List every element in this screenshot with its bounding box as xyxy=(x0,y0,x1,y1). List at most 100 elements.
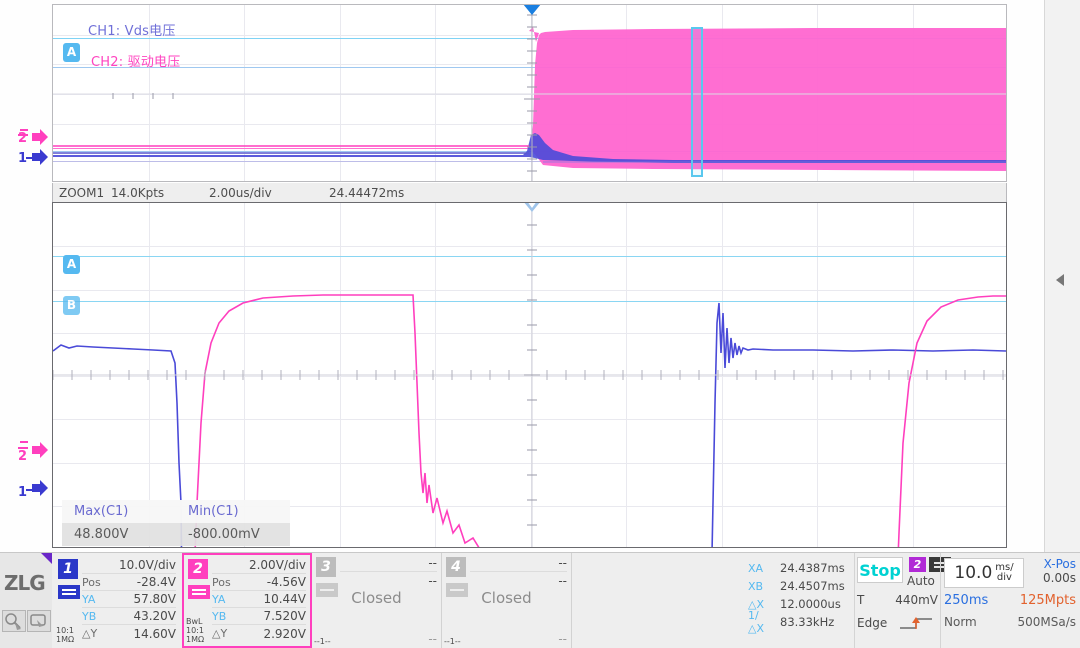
freq-label: 1/△X xyxy=(748,609,764,635)
timebase-value-box[interactable]: 10.0 ms/ div xyxy=(944,558,1024,588)
zoom-cursor-b-marker[interactable]: B xyxy=(63,296,80,315)
channel-4-closed-label: Closed xyxy=(481,589,532,607)
channel-4-number[interactable]: 4 xyxy=(446,557,466,577)
xb-value: 24.4507ms xyxy=(780,579,845,593)
channel-1-coupling-icon[interactable] xyxy=(58,585,80,599)
overview-center-ticks xyxy=(53,5,1006,181)
svg-text:2: 2 xyxy=(18,131,27,146)
measurement-panel[interactable]: Max(C1) Min(C1) 48.800V -800.00mV xyxy=(62,500,290,546)
zoom-trigger-marker[interactable] xyxy=(523,203,541,212)
overview-waveform-area[interactable]: CH1: Vds电压 CH2: 驱动电压 A xyxy=(52,4,1007,182)
channel-1-ya-label: YA xyxy=(82,592,96,606)
svg-text:2: 2 xyxy=(18,449,27,464)
overview-trigger-marker[interactable] xyxy=(523,5,541,15)
channel-2-coupling-icon[interactable] xyxy=(188,585,210,599)
channel-1-yb-label: YB xyxy=(82,609,97,623)
channel-2-bandwidth-limit: BwL xyxy=(186,617,203,626)
trigger-panel[interactable]: Stop 2 Auto T 440mV Edge xyxy=(854,553,951,648)
trigger-mode-label: Auto xyxy=(907,574,935,588)
channel-1-probe-ratio: 10:1 xyxy=(56,626,74,635)
trigger-source-badge[interactable]: 2 xyxy=(909,557,926,572)
overview-cursor-a-marker[interactable]: A xyxy=(63,43,80,62)
channel-2-yb-value: 7.520V xyxy=(263,609,306,623)
zoom-channel-pos-markers[interactable]: 2 1 xyxy=(18,438,54,508)
channel-1-scale: 10.0V/div xyxy=(118,558,176,572)
svg-text:1: 1 xyxy=(18,485,27,500)
channel-3-number[interactable]: 3 xyxy=(316,557,336,577)
channel-2-scale: 2.00V/div xyxy=(248,558,306,572)
channel-1-number[interactable]: 1 xyxy=(58,559,78,579)
acquisition-mode-label: Norm xyxy=(944,615,977,629)
xa-value: 24.4387ms xyxy=(780,561,845,575)
screenshot-tool-button[interactable] xyxy=(27,610,51,632)
trigger-level-value: 440mV xyxy=(895,593,938,607)
right-side-panel[interactable] xyxy=(1044,0,1080,552)
run-stop-button[interactable]: Stop xyxy=(857,557,903,583)
xb-label: XB xyxy=(748,579,764,593)
xpos-value: 0.00s xyxy=(1043,571,1076,585)
measurement-header-max: Max(C1) xyxy=(74,504,129,519)
measurement-value-max: 48.800V xyxy=(74,527,129,542)
zoom-waveform-area[interactable]: A B xyxy=(52,202,1007,548)
xpos-label: X-Pos xyxy=(1043,557,1076,571)
brand-logo: ZLG xyxy=(4,571,46,595)
channel-3-dy-value: -- xyxy=(428,632,437,646)
freq-value: 83.33kHz xyxy=(780,615,835,629)
channel-4-dy-value: -- xyxy=(558,632,567,646)
channel-3-closed-label: Closed xyxy=(351,589,402,607)
zoom-region-highlight[interactable] xyxy=(691,27,703,177)
bottom-bar-spacer xyxy=(572,553,742,648)
measurement-header-min: Min(C1) xyxy=(188,504,239,519)
channel-2-yb-label: YB xyxy=(212,609,227,623)
timebase-panel[interactable]: 10.0 ms/ div X-Pos 0.00s 250ms 125Mpts N… xyxy=(940,553,1080,648)
ch1-legend-label: CH1: Vds电压 xyxy=(88,24,176,39)
channel-1-ya-value: 57.80V xyxy=(133,592,176,606)
channel-2-ya-value: 10.44V xyxy=(263,592,306,606)
channel-2-impedance: 1MΩ xyxy=(186,635,205,644)
trigger-type-label: Edge xyxy=(857,616,888,630)
channel-4-panel[interactable]: 4 -- -- Closed --1-- -- xyxy=(442,553,572,648)
channel-2-probe-ratio: 10:1 xyxy=(186,626,204,635)
channel-1-dy-value: 14.60V xyxy=(133,626,176,641)
channel-3-pos-value: -- xyxy=(428,573,437,588)
channel-2-number[interactable]: 2 xyxy=(188,559,208,579)
zoom-cursor-a-marker[interactable]: A xyxy=(63,255,80,274)
dx-value: 12.0000us xyxy=(780,597,841,611)
svg-text:1: 1 xyxy=(18,151,27,166)
overview-channel-pos-markers[interactable]: 2 1 xyxy=(18,128,54,176)
trigger-edge-rising-icon xyxy=(900,617,932,629)
channel-2-dy-value: 2.920V xyxy=(263,626,306,641)
oscilloscope-screen: CH1: Vds电压 CH2: 驱动电压 A 2 1 ZOOM1 14.0Kpt… xyxy=(0,0,1080,648)
zoom-center-ticks xyxy=(53,203,1006,547)
zoom-mode-label: ZOOM1 xyxy=(59,185,105,200)
channel-1-dy-label: △Y xyxy=(82,627,98,640)
channel-2-ya-label: YA xyxy=(212,592,226,606)
channel-4-pos-value: -- xyxy=(558,573,567,588)
timebase-value: 10.0 xyxy=(954,563,993,583)
trigger-level-label: T xyxy=(857,593,865,607)
channel-2-panel[interactable]: 2 2.00V/div Pos -4.56V YA 10.44V YB 7.520V … xyxy=(182,553,312,648)
ch2-legend-label: CH2: 驱动电压 xyxy=(91,55,181,70)
bottom-status-bar: ZLG 1 10.0V/div Pos -28.4V YA 57.80V YB 43.… xyxy=(0,552,1080,648)
zoom-status-bar[interactable]: ZOOM1 14.0Kpts 2.00us/div 24.44472ms xyxy=(52,183,1007,202)
zoom-tool-button[interactable] xyxy=(2,610,26,632)
memory-time-label: 250ms xyxy=(944,593,989,608)
channel-3-panel[interactable]: 3 -- -- Closed --1-- -- xyxy=(312,553,442,648)
channel-3-probe-ratio: --1-- xyxy=(314,637,331,646)
zoom-points-label: 14.0Kpts xyxy=(111,185,165,200)
channel-3-scale: -- xyxy=(428,556,437,570)
channel-1-impedance: 1MΩ xyxy=(56,635,75,644)
channel-2-dy-label: △Y xyxy=(212,627,228,640)
panel-collapse-arrow-icon[interactable] xyxy=(1056,274,1064,286)
brand-block: ZLG xyxy=(0,553,52,648)
channel-4-probe-ratio: --1-- xyxy=(444,637,461,646)
x-cursor-panel[interactable]: XA 24.4387ms XB 24.4507ms △X 12.0000us 1/△X… xyxy=(742,553,854,648)
channel-4-scale: -- xyxy=(558,556,567,570)
zoom-timebase-label: 2.00us/div xyxy=(209,185,272,200)
channel-2-pos-value: -4.56V xyxy=(266,575,306,589)
channel-1-panel[interactable]: 1 10.0V/div Pos -28.4V YA 57.80V YB 43.20V … xyxy=(52,553,182,648)
sample-rate-label: 500MSa/s xyxy=(1017,615,1076,629)
corner-marker-icon xyxy=(41,553,52,564)
memory-depth-label: 125Mpts xyxy=(1019,593,1076,608)
zoom-position-label: 24.44472ms xyxy=(329,185,405,200)
